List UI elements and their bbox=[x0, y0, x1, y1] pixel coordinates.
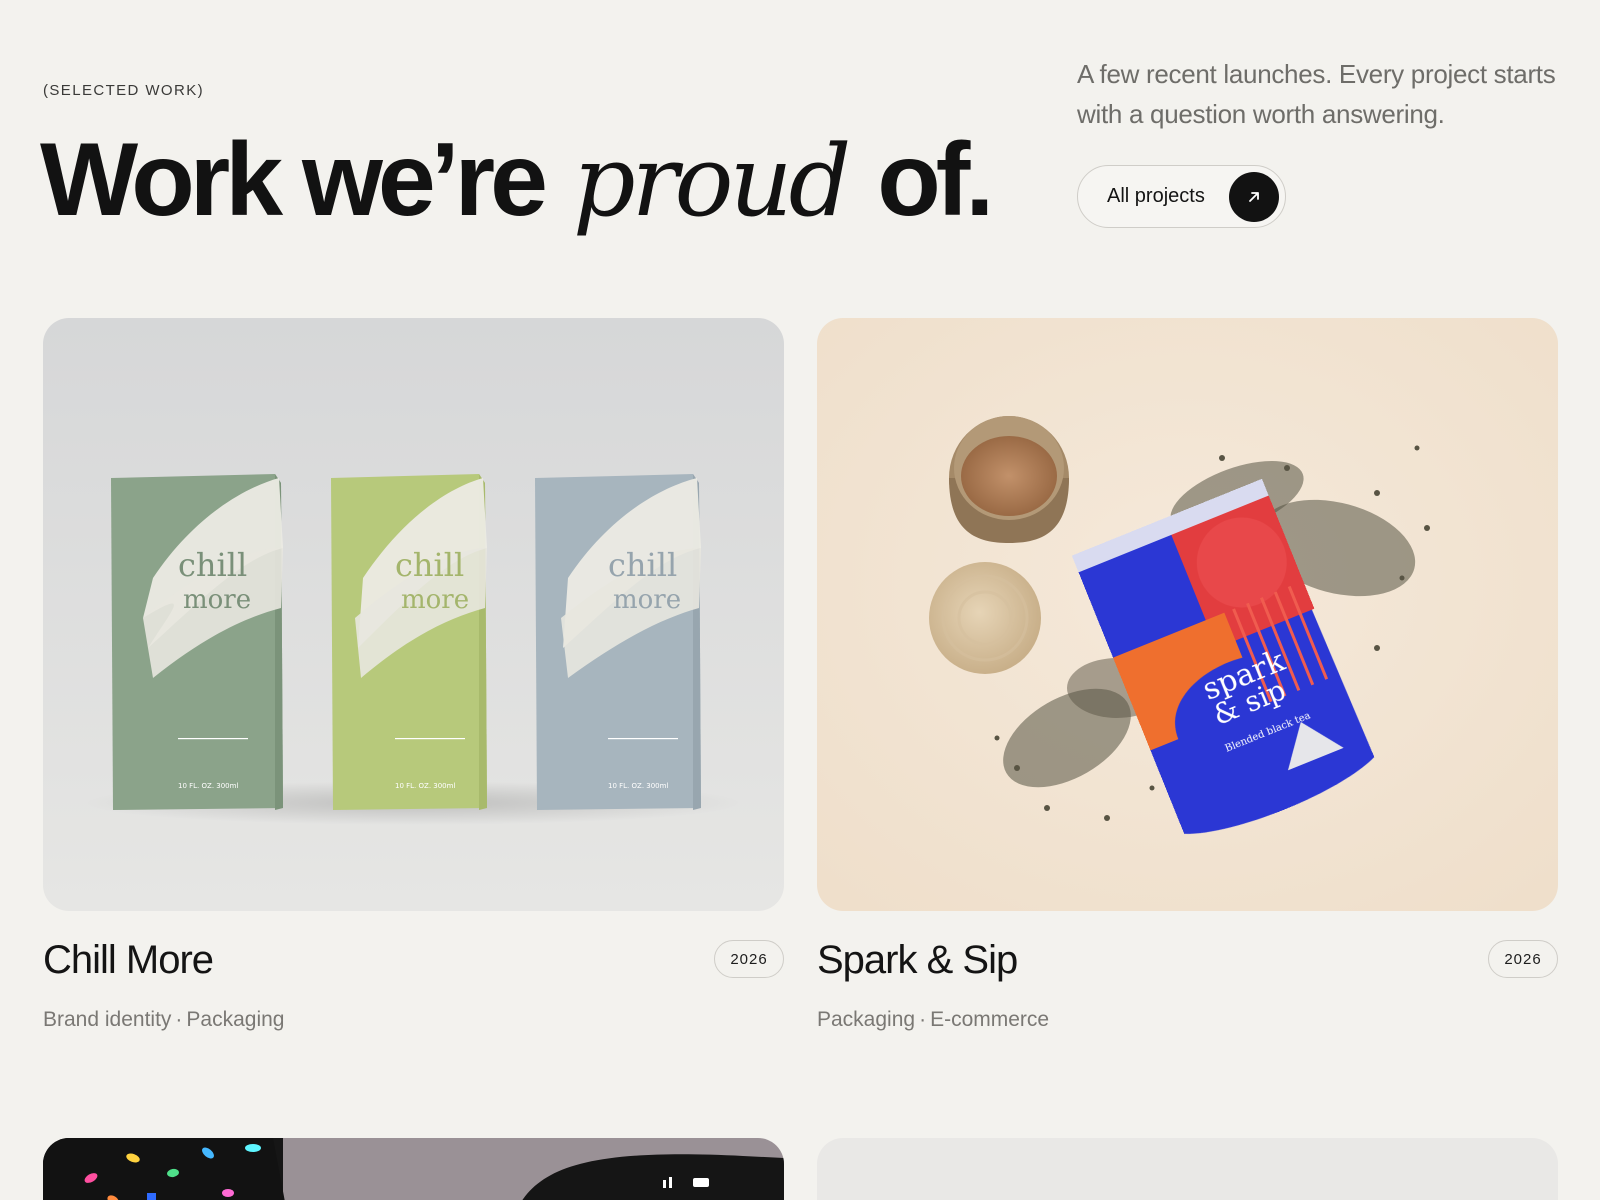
year-badge: 2026 bbox=[714, 940, 784, 978]
project-tag: Brand identity bbox=[43, 1008, 172, 1031]
project-card-4[interactable] bbox=[817, 1138, 1558, 1200]
green-box-brand-line2: more bbox=[183, 585, 251, 615]
project-tag: Packaging bbox=[186, 1008, 285, 1031]
intro-text: A few recent launches. Every project sta… bbox=[1077, 59, 1556, 129]
project-tag: Packaging bbox=[817, 1008, 916, 1031]
headline-emphasis: proud bbox=[572, 125, 851, 239]
year-badge: 2026 bbox=[1488, 940, 1558, 978]
headline-part-1: Work we’re bbox=[40, 122, 548, 238]
kraft-paper-cup bbox=[949, 416, 1069, 543]
project-title[interactable]: Chill More bbox=[43, 938, 214, 983]
blue-shower-gel-box: chill more 10 FL. OZ. 300ml bbox=[535, 474, 701, 810]
arrow-up-right-icon bbox=[1229, 171, 1279, 222]
project-card-3[interactable] bbox=[43, 1138, 784, 1200]
cup-lid bbox=[929, 562, 1041, 674]
lime-box-fine-print: 10 FL. OZ. 300ml bbox=[395, 782, 455, 790]
tag-separator: · bbox=[175, 1008, 183, 1031]
project-tags: Packaging · E-commerce bbox=[817, 1008, 1049, 1032]
project-tags: Brand identity · Packaging bbox=[43, 1008, 285, 1032]
project-tag: E-commerce bbox=[930, 1008, 1050, 1031]
tag-separator: · bbox=[919, 1008, 927, 1031]
headline-part-2: of. bbox=[877, 122, 994, 238]
green-box-fine-print: 10 FL. OZ. 300ml bbox=[178, 782, 238, 790]
project-image-chill-more[interactable]: chill more 10 FL. OZ. 300ml chill more 1… bbox=[43, 318, 784, 911]
all-projects-label: All projects bbox=[1107, 185, 1205, 207]
all-projects-button[interactable]: All projects bbox=[1077, 165, 1286, 228]
project-card-spark-and-sip[interactable]: spark & sip Blended black tea Spark & Si… bbox=[817, 318, 1558, 1031]
lime-box-brand-line1: chill bbox=[395, 546, 464, 584]
lime-box-brand-line2: more bbox=[401, 585, 469, 615]
project-card-chill-more[interactable]: chill more 10 FL. OZ. 300ml chill more 1… bbox=[43, 318, 784, 1031]
lime-shower-gel-box: chill more 10 FL. OZ. 300ml bbox=[331, 474, 487, 810]
green-shower-gel-box: chill more 10 FL. OZ. 300ml bbox=[111, 474, 283, 810]
project-title[interactable]: Spark & Sip bbox=[817, 938, 1018, 983]
page-headline: Work we’re proud of. bbox=[40, 118, 994, 243]
blue-box-fine-print: 10 FL. OZ. 300ml bbox=[608, 782, 668, 790]
blue-box-brand-line1: chill bbox=[608, 546, 677, 584]
selected-work-page: (SELECTED WORK) Work we’re proud of. A f… bbox=[0, 0, 1600, 1200]
project-image-light-surface[interactable] bbox=[817, 1138, 1558, 1200]
blue-box-brand-line2: more bbox=[613, 585, 681, 615]
green-box-brand-line1: chill bbox=[178, 546, 247, 584]
section-eyebrow: (SELECTED WORK) bbox=[43, 82, 205, 99]
project-image-phone-confetti[interactable] bbox=[43, 1138, 784, 1200]
project-image-spark-and-sip[interactable]: spark & sip Blended black tea bbox=[817, 318, 1558, 911]
